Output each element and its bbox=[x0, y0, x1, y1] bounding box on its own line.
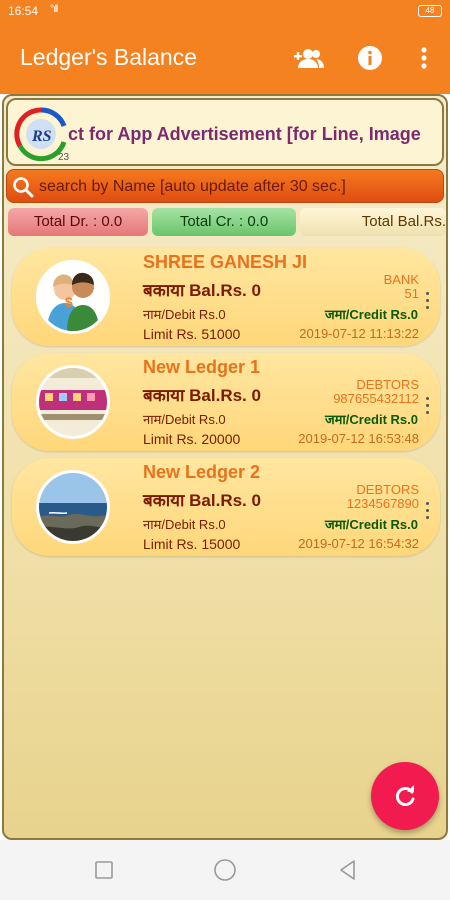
ledger-group: DEBTORS bbox=[356, 377, 419, 392]
battery-icon: 48 bbox=[418, 5, 442, 17]
ledger-balance: बकाया Bal.Rs. 0 bbox=[143, 281, 261, 300]
ledger-date: 2019-07-12 16:54:32 bbox=[298, 536, 419, 551]
signal-icon: °ıll bbox=[50, 4, 58, 15]
refresh-icon bbox=[395, 785, 415, 806]
ledger-mobile: 51 bbox=[404, 286, 419, 301]
ledger-credit: जमा/Credit Rs.0 bbox=[324, 517, 418, 532]
ledger-credit: जमा/Credit Rs.0 bbox=[324, 307, 418, 322]
ledger-name: New Ledger 2 bbox=[143, 462, 261, 482]
ad-count: 23 bbox=[58, 152, 70, 163]
recents-square-icon[interactable] bbox=[92, 858, 116, 882]
ledger-card[interactable]: $ SHREE GANESH JI बकाया Bal.Rs. 0 नाम/De… bbox=[12, 248, 440, 346]
total-credit: Total Cr. : 0.0 bbox=[152, 208, 296, 236]
home-circle-icon[interactable] bbox=[213, 858, 237, 882]
card-more-icon[interactable] bbox=[424, 397, 430, 419]
app-bar: Ledger's Balance bbox=[0, 22, 450, 94]
ledger-mobile: 987655432112 bbox=[333, 391, 419, 406]
ledger-date: 2019-07-12 16:53:48 bbox=[298, 431, 419, 446]
ledger-name: New Ledger 1 bbox=[143, 357, 261, 377]
page-title: Ledger's Balance bbox=[20, 44, 198, 70]
search-bar bbox=[6, 169, 444, 203]
search-icon bbox=[11, 175, 35, 199]
ledger-balance: बकाया Bal.Rs. 0 bbox=[143, 491, 261, 510]
more-vert-icon[interactable] bbox=[408, 42, 440, 74]
ledger-limit: Limit Rs. 51000 bbox=[143, 326, 241, 342]
total-balance: Total Bal.Rs. bbox=[300, 208, 446, 236]
info-icon[interactable] bbox=[354, 42, 386, 74]
ledger-debit: नाम/Debit Rs.0 bbox=[143, 307, 226, 322]
avatar bbox=[36, 365, 110, 439]
ledger-card[interactable]: New Ledger 2 बकाया Bal.Rs. 0 नाम/Debit R… bbox=[12, 458, 440, 556]
add-group-icon[interactable] bbox=[294, 42, 326, 74]
svg-text:$: $ bbox=[65, 294, 73, 310]
ledger-group: DEBTORS bbox=[356, 482, 419, 497]
refresh-button[interactable] bbox=[371, 762, 439, 830]
total-debit: Total Dr. : 0.0 bbox=[8, 208, 148, 236]
search-input[interactable] bbox=[39, 174, 439, 200]
ledger-debit: नाम/Debit Rs.0 bbox=[143, 517, 226, 532]
logo-letters: RS bbox=[31, 128, 52, 145]
ledger-credit: जमा/Credit Rs.0 bbox=[324, 412, 418, 427]
ad-banner[interactable]: RS ct for App Advertisement [for Line, I… bbox=[6, 98, 444, 166]
card-more-icon[interactable] bbox=[424, 292, 430, 314]
status-time: 16:54 bbox=[8, 4, 39, 18]
ledger-balance: बकाया Bal.Rs. 0 bbox=[143, 386, 261, 405]
ledger-limit: Limit Rs. 20000 bbox=[143, 431, 241, 447]
ledger-limit: Limit Rs. 15000 bbox=[143, 536, 241, 552]
ledger-group: BANK bbox=[383, 272, 419, 287]
ad-text: ct for App Advertisement [for Line, Imag… bbox=[68, 124, 421, 144]
avatar bbox=[36, 470, 110, 544]
status-bar: 16:54 °ıll 48 bbox=[0, 0, 450, 22]
ledger-name: SHREE GANESH JI bbox=[143, 252, 308, 272]
card-more-icon[interactable] bbox=[424, 502, 430, 524]
avatar: $ bbox=[36, 260, 110, 334]
system-nav-bar bbox=[0, 840, 450, 900]
back-triangle-icon[interactable] bbox=[336, 858, 360, 882]
ledger-mobile: 1234567890 bbox=[346, 496, 419, 511]
ledger-debit: नाम/Debit Rs.0 bbox=[143, 412, 226, 427]
ledger-card[interactable]: New Ledger 1 बकाया Bal.Rs. 0 नाम/Debit R… bbox=[12, 353, 440, 451]
ledger-date: 2019-07-12 11:13:22 bbox=[299, 326, 419, 341]
